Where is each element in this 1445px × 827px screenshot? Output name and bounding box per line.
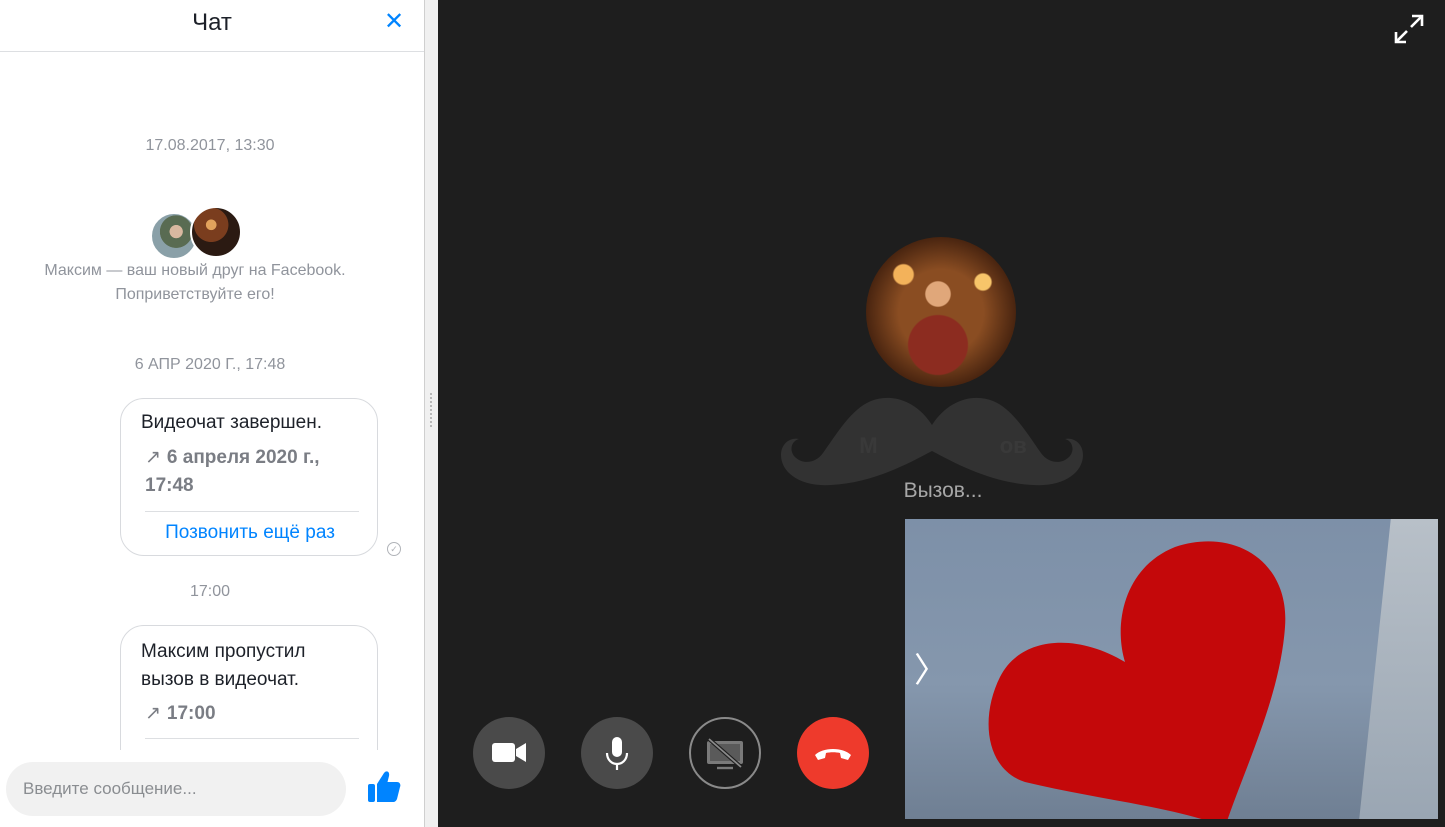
grip-icon [429,392,433,428]
expand-icon[interactable] [1393,13,1425,45]
bubble-title: Максим пропустил [141,641,306,662]
bubble-meta-time: 17:48 [145,475,194,496]
mustache-sticker [781,397,1083,486]
video-camera-icon [492,743,526,762]
friend-notice-line2: Поприветствуйте его! [115,286,275,303]
call-again-link[interactable]: Позвонить ещё раз [121,522,379,544]
chevron-right-icon[interactable]: 〉 [914,649,948,693]
microphone-toggle-button[interactable] [581,717,653,789]
outgoing-call-arrow-icon: ↗ [145,703,161,724]
screen-share-off-icon [707,737,743,770]
background-wall [1359,519,1438,819]
end-call-button[interactable] [797,717,869,789]
bubble-title: Видеочат завершен. [141,412,322,433]
timestamp: 17.08.2017, 13:30 [145,137,275,154]
message-input[interactable] [6,762,346,816]
timestamp: 17:00 [189,583,231,600]
friend-avatars [150,206,245,260]
divider [145,738,359,739]
video-toggle-button[interactable] [473,717,545,789]
self-view-video: 〉 [905,519,1438,819]
seen-check-icon: ✓ [387,542,401,556]
friend-notice-line1: Максим — ваш новый друг на Facebook. [44,262,346,279]
hang-up-icon [815,749,851,760]
bubble-meta: ↗ 17:00 [145,703,216,724]
bubble-title: вызов в видеочат. [141,669,299,690]
thumbs-up-icon[interactable] [366,769,402,805]
chat-panel: Чат ✕ 17.08.2017, 13:30 Максим — ваш нов… [0,0,424,827]
chat-header: Чат ✕ [0,0,424,52]
avatar [190,206,242,258]
heart-sticker [988,541,1286,819]
video-call-area: М ов Вызов... [438,0,1445,827]
close-icon[interactable]: ✕ [380,8,408,36]
caller-avatar [866,237,1016,387]
video-chat-ended-card: Видеочат завершен. ↗ 6 апреля 2020 г., 17… [120,398,378,556]
call-status: Вызов... [903,479,983,502]
message-composer [0,750,424,827]
chat-title: Чат [192,9,232,36]
divider [145,511,359,512]
timestamp: 6 АПР 2020 Г., 17:48 [134,356,286,373]
microphone-icon [605,737,629,770]
panel-resize-handle[interactable] [424,0,438,827]
bubble-meta: ↗ 6 апреля 2020 г., [145,447,320,468]
screen-share-button[interactable] [689,717,761,789]
outgoing-call-arrow-icon: ↗ [145,447,161,468]
